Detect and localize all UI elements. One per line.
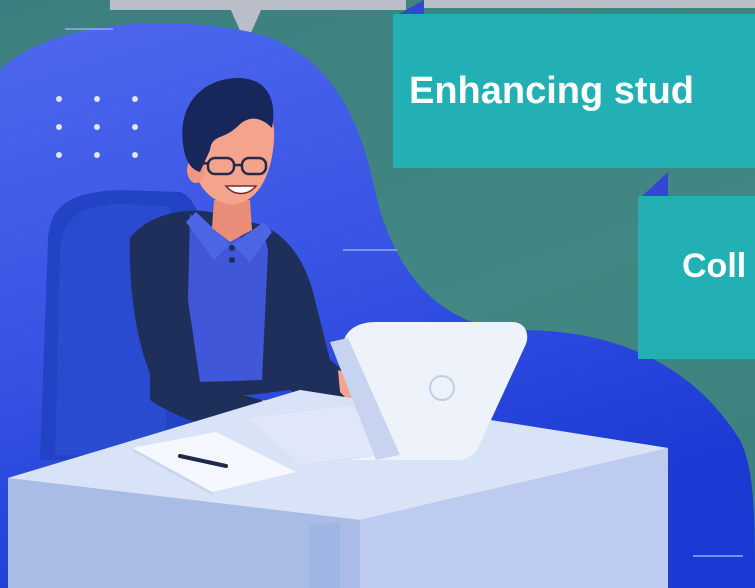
callout-corner-2 [640, 172, 668, 198]
callout-heading: Enhancing stud [393, 14, 755, 168]
decor-dash [693, 555, 743, 557]
top-banner-right [424, 0, 755, 8]
presentation-slide: Enhancing stud Coll [0, 0, 755, 588]
decor-dash [65, 28, 113, 30]
callout-subheading: Coll [638, 196, 755, 359]
decor-dash [343, 249, 397, 251]
